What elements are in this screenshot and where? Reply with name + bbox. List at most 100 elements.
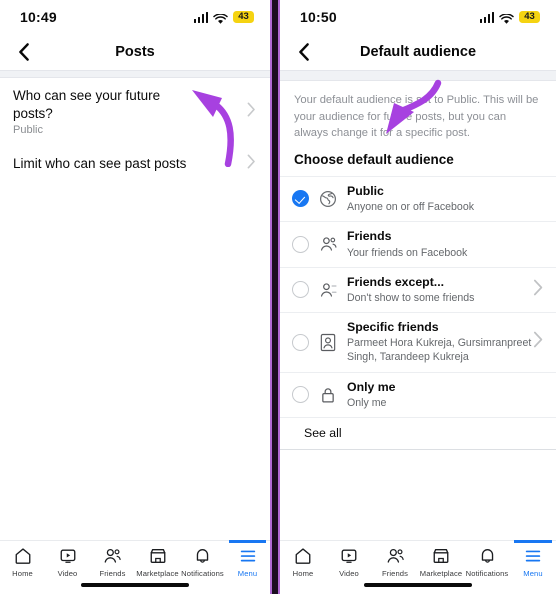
option-text-group: Friends Your friends on Facebook bbox=[347, 229, 544, 259]
left-phone-screen: 10:49 43 Posts Who can see your future p… bbox=[0, 0, 270, 594]
wifi-icon bbox=[213, 12, 228, 24]
tab-menu[interactable]: Menu bbox=[225, 540, 270, 578]
row-text-group: Limit who can see past posts bbox=[13, 155, 236, 173]
status-bar: 10:49 43 bbox=[0, 0, 270, 34]
tab-label: Marketplace bbox=[419, 569, 463, 578]
option-text-group: Specific friends Parmeet Hora Kukreja, G… bbox=[347, 320, 533, 365]
tab-video[interactable]: Video bbox=[326, 546, 372, 578]
bell-icon bbox=[194, 546, 211, 566]
bell-icon bbox=[479, 546, 496, 566]
tab-label: Friends bbox=[99, 569, 126, 578]
person-badge-icon bbox=[318, 332, 338, 352]
radio-unselected-icon[interactable] bbox=[292, 386, 309, 404]
right-phone-screen: 10:50 43 Default audience Your default a… bbox=[280, 0, 556, 594]
marketplace-icon bbox=[149, 546, 167, 566]
tab-label: Video bbox=[57, 569, 78, 578]
audience-option-specific-friends[interactable]: Specific friends Parmeet Hora Kukreja, G… bbox=[280, 312, 556, 372]
settings-row-future-posts[interactable]: Who can see your future posts? Public bbox=[0, 78, 270, 145]
audience-option-only-me[interactable]: Only me Only me bbox=[280, 371, 556, 417]
tab-label: Notifications bbox=[465, 569, 509, 578]
tab-label: Menu bbox=[237, 569, 258, 578]
option-sublabel: Parmeet Hora Kukreja, Gursimranpreet Sin… bbox=[347, 337, 532, 364]
nav-header: Default audience bbox=[280, 34, 556, 70]
video-icon bbox=[59, 546, 77, 566]
home-icon bbox=[294, 546, 312, 566]
home-icon bbox=[14, 546, 32, 566]
cellular-bars-icon bbox=[479, 11, 494, 23]
bottom-tab-bar-left: Home Video Friends Marketplace Notificat… bbox=[0, 540, 270, 594]
tab-label: Marketplace bbox=[136, 569, 179, 578]
tab-label: Home bbox=[292, 569, 314, 578]
back-chevron-icon[interactable] bbox=[294, 42, 314, 62]
tab-marketplace[interactable]: Marketplace bbox=[135, 546, 180, 578]
option-text-group: Public Anyone on or off Facebook bbox=[347, 184, 544, 214]
option-text-group: Friends except... Don't show to some fri… bbox=[347, 275, 533, 305]
list-bottom-divider bbox=[280, 449, 556, 455]
friends-icon bbox=[103, 546, 122, 566]
status-clock: 10:49 bbox=[20, 9, 57, 25]
globe-icon bbox=[318, 189, 338, 209]
tab-menu[interactable]: Menu bbox=[510, 540, 556, 578]
lock-icon bbox=[318, 385, 338, 405]
row-title: Limit who can see past posts bbox=[13, 156, 187, 172]
tab-notifications[interactable]: Notifications bbox=[180, 546, 225, 578]
chevron-right-icon bbox=[247, 102, 256, 122]
cellular-bars-icon bbox=[193, 11, 208, 23]
option-sublabel: Anyone on or off Facebook bbox=[347, 201, 475, 214]
friends-except-icon bbox=[318, 280, 338, 300]
page-title: Posts bbox=[115, 44, 155, 60]
chevron-right-icon bbox=[247, 154, 256, 174]
option-label: Specific friends bbox=[347, 320, 439, 335]
radio-unselected-icon[interactable] bbox=[292, 333, 309, 351]
option-sublabel: Don't show to some friends bbox=[347, 291, 475, 304]
tab-marketplace[interactable]: Marketplace bbox=[418, 546, 464, 578]
tab-home[interactable]: Home bbox=[0, 546, 45, 578]
option-text-group: Only me Only me bbox=[347, 380, 544, 410]
row-subtitle: Public bbox=[13, 124, 43, 137]
option-label: Public bbox=[347, 183, 384, 198]
battery-badge: 43 bbox=[519, 11, 540, 23]
tab-home[interactable]: Home bbox=[280, 546, 326, 578]
home-indicator bbox=[81, 583, 189, 587]
see-all-button[interactable]: See all bbox=[280, 417, 556, 449]
tab-label: Notifications bbox=[181, 569, 224, 578]
friends-icon bbox=[386, 546, 405, 566]
choose-default-audience-heading: Choose default audience bbox=[294, 151, 454, 167]
tab-label: Video bbox=[339, 569, 359, 578]
option-sublabel: Only me bbox=[347, 396, 387, 409]
chevron-right-icon[interactable] bbox=[533, 331, 544, 353]
status-icon-group: 43 bbox=[193, 11, 254, 24]
tab-label: Menu bbox=[523, 569, 543, 578]
wifi-icon bbox=[499, 12, 514, 24]
tab-notifications[interactable]: Notifications bbox=[464, 546, 510, 578]
tab-label: Friends bbox=[381, 569, 409, 578]
video-icon bbox=[340, 546, 358, 566]
chevron-right-icon[interactable] bbox=[533, 279, 544, 301]
audience-option-friends-except[interactable]: Friends except... Don't show to some fri… bbox=[280, 266, 556, 312]
panel-divider bbox=[270, 0, 280, 594]
tab-video[interactable]: Video bbox=[45, 546, 90, 578]
radio-unselected-icon[interactable] bbox=[292, 235, 309, 253]
dual-screenshot-stage: 10:49 43 Posts Who can see your future p… bbox=[0, 0, 556, 594]
option-label: Friends bbox=[347, 229, 392, 244]
marketplace-icon bbox=[432, 546, 450, 566]
audience-option-public[interactable]: Public Anyone on or off Facebook bbox=[280, 175, 556, 221]
nav-header: Posts bbox=[0, 34, 270, 70]
audience-option-friends[interactable]: Friends Your friends on Facebook bbox=[280, 221, 556, 266]
radio-selected-icon[interactable] bbox=[292, 190, 309, 208]
default-audience-description: Your default audience is set to Public. … bbox=[294, 94, 539, 140]
battery-badge: 43 bbox=[233, 11, 254, 23]
back-chevron-icon[interactable] bbox=[14, 42, 34, 62]
radio-unselected-icon[interactable] bbox=[292, 281, 309, 299]
hamburger-menu-icon bbox=[239, 546, 257, 566]
settings-row-past-posts[interactable]: Limit who can see past posts bbox=[0, 145, 270, 183]
tab-friends[interactable]: Friends bbox=[372, 546, 418, 578]
option-label: Only me bbox=[347, 379, 396, 394]
page-title: Default audience bbox=[359, 44, 477, 60]
tab-friends[interactable]: Friends bbox=[90, 546, 135, 578]
row-text-group: Who can see your future posts? Public bbox=[13, 87, 247, 136]
option-sublabel: Your friends on Facebook bbox=[347, 246, 468, 259]
home-indicator bbox=[364, 583, 472, 587]
status-bar: 10:50 43 bbox=[280, 0, 556, 34]
option-label: Friends except... bbox=[347, 274, 445, 289]
